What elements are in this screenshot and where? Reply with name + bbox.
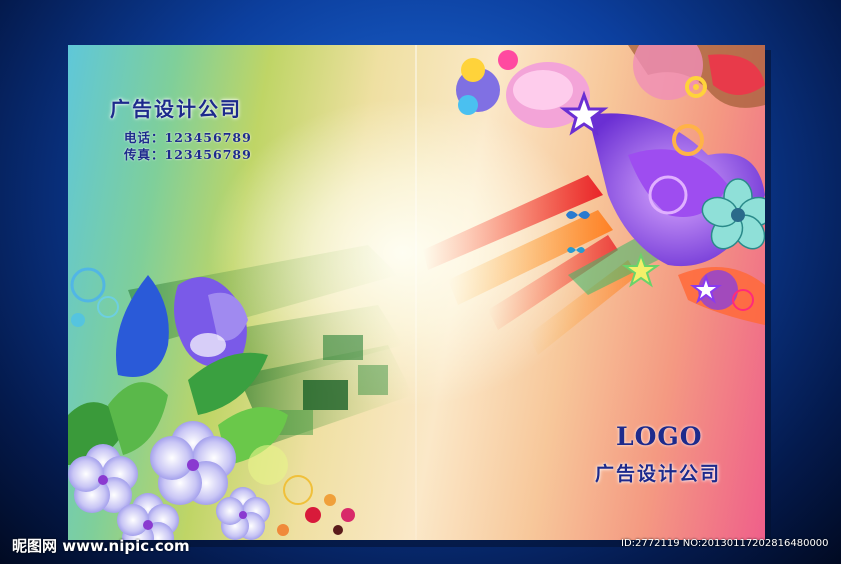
site-url: www.nipic.com (62, 537, 190, 555)
site-brand: 昵图网 (12, 537, 58, 555)
back-cover-fax-line: 传真：123456789 (124, 144, 252, 163)
phone-label: 电话： (124, 130, 165, 145)
cover-spine-fold (415, 45, 417, 540)
fax-value: 123456789 (164, 147, 252, 162)
site-watermark: 昵图网 www.nipic.com (12, 535, 190, 556)
front-cover-company-name: 广告设计公司 (595, 463, 722, 485)
back-cover-company-name: 广告设计公司 (110, 97, 242, 121)
image-info-watermark: ID:2772119 NO:20130117202816480000 (621, 538, 829, 549)
front-cover-logo: LOGO (616, 422, 703, 451)
fax-label: 传真： (124, 147, 165, 162)
brochure-cover: 广告设计公司 电话：123456789 传真：123456789 LOGO 广告… (68, 45, 765, 540)
phone-value: 123456789 (164, 130, 252, 145)
